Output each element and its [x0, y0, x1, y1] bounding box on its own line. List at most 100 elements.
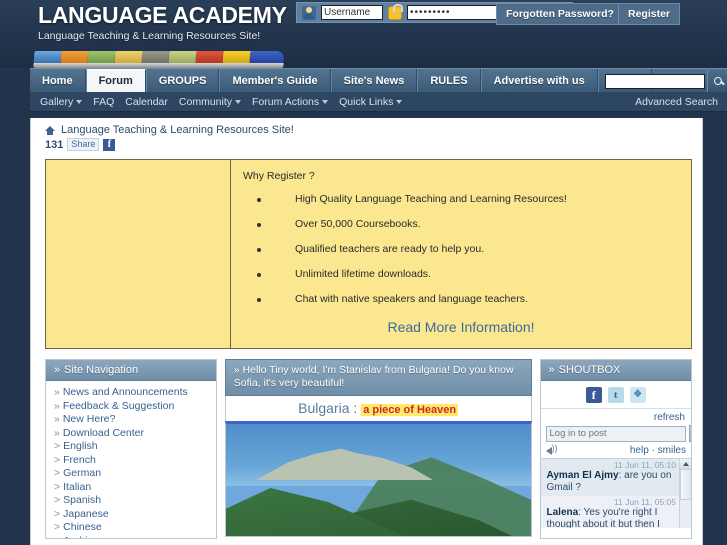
shoutbox-help-row: help · smiles: [541, 442, 691, 458]
site-navigation-panel: » Site Navigation » News and Announcements…: [45, 359, 217, 539]
scroll-up-arrow-icon[interactable]: [680, 459, 691, 470]
advanced-search-link[interactable]: Advanced Search: [635, 96, 718, 108]
subnav-label: Forum Actions: [252, 95, 320, 108]
username-input[interactable]: [321, 5, 383, 20]
promo-left-cell: [46, 160, 231, 348]
feature-caption-separator: :: [349, 400, 362, 416]
logo-title: LANGUAGE ACADEMY: [38, 2, 287, 28]
marker-icon: >: [54, 453, 61, 466]
sidebar-item-english[interactable]: > English: [54, 440, 216, 454]
shoutbox-body: f t ❖ refresh Go help · smile: [540, 381, 691, 528]
site-logo[interactable]: LANGUAGE ACADEMY Language Teaching & Lea…: [38, 2, 287, 42]
share-count: 131: [45, 138, 64, 151]
marker-icon: »: [54, 426, 60, 439]
sidebar-item-spanish[interactable]: > Spanish: [54, 494, 216, 508]
search-button[interactable]: [707, 70, 727, 92]
register-button[interactable]: Register: [618, 3, 681, 25]
user-icon: [302, 5, 316, 20]
subnav-item-quick-links[interactable]: Quick Links: [339, 96, 403, 108]
sidebar-item-label: Spanish: [63, 494, 102, 506]
message-author[interactable]: Lalena: [547, 507, 579, 518]
forgotten-password-button[interactable]: Forgotten Password?: [496, 3, 624, 25]
main-nav: Home Forum GROUPS Member's Guide Site's …: [30, 68, 727, 92]
shoutbox-title: » SHOUTBOX: [540, 360, 691, 381]
sidebar-item-arabic[interactable]: >Arabic: [54, 535, 216, 539]
promo-item-label: Chat with native speakers and language t…: [295, 293, 528, 305]
marker-icon: >: [54, 535, 60, 539]
subnav-item-calendar[interactable]: Calendar: [125, 96, 168, 108]
subnav-item-faq[interactable]: FAQ: [93, 96, 114, 108]
content-area: Language Teaching & Learning Resources S…: [30, 118, 703, 545]
site-navigation-title: » Site Navigation: [46, 360, 216, 381]
scrollbar-thumb[interactable]: [680, 470, 691, 500]
shoutbox-refresh-link[interactable]: refresh: [541, 409, 691, 425]
speaker-icon[interactable]: [545, 443, 559, 456]
search-input[interactable]: [605, 73, 705, 89]
subnav-label: FAQ: [93, 95, 115, 108]
marker-icon: »: [54, 399, 60, 412]
sidebar-item-label: Download Center: [62, 426, 144, 439]
twitter-icon[interactable]: t: [607, 387, 624, 403]
sidebar-item-new-here[interactable]: » New Here?: [54, 413, 216, 427]
nav-tab-sites-news[interactable]: Site's News: [330, 69, 418, 92]
promo-item: Unlimited lifetime downloads.: [243, 268, 679, 280]
sidebar-item-feedback[interactable]: » Feedback & Suggestion: [54, 400, 216, 414]
nav-tab-rules[interactable]: RULES: [417, 69, 481, 92]
sidebar-item-german[interactable]: > German: [54, 467, 216, 481]
nav-tab-advertise[interactable]: Advertise with us: [480, 69, 598, 92]
facebook-icon[interactable]: f: [585, 387, 602, 403]
sidebar-item-label: Feedback & Suggestion: [62, 399, 175, 412]
facebook-icon[interactable]: f: [103, 138, 116, 151]
shoutbox-go-button[interactable]: Go: [688, 425, 691, 442]
subnav-item-community[interactable]: Community: [179, 96, 242, 108]
shoutbox-input[interactable]: [545, 425, 686, 442]
bullet-icon: [257, 248, 261, 252]
marker-icon: >: [54, 467, 61, 479]
subnav-item-gallery[interactable]: Gallery: [40, 96, 83, 108]
sidebar-item-chinese[interactable]: > Chinese: [54, 521, 216, 535]
double-chevron-icon: »: [233, 364, 243, 376]
magnifier-icon: [713, 77, 722, 85]
feature-caption-prefix: Bulgaria: [298, 400, 350, 416]
site-navigation-list: » News and Announcements » Feedback & Sugg…: [46, 381, 216, 539]
password-input[interactable]: [407, 5, 507, 20]
chevron-down-icon: [322, 99, 329, 104]
sidebar-item-news[interactable]: » News and Announcements: [54, 386, 216, 400]
marker-icon: »: [54, 386, 60, 398]
sidebar-item-label: Arabic: [63, 535, 93, 539]
promo-item: Chat with native speakers and language t…: [243, 293, 679, 305]
share-button[interactable]: Share: [67, 138, 100, 151]
bullet-icon: [257, 223, 261, 227]
sidebar-item-label: News and Announcements: [62, 386, 188, 398]
marker-icon: >: [54, 494, 61, 506]
sidebar-item-download-center[interactable]: » Download Center: [54, 427, 216, 441]
promo-item: Qualified teachers are ready to help you…: [243, 243, 679, 255]
nav-tab-home[interactable]: Home: [30, 69, 86, 92]
shoutbox-smiles-link[interactable]: smiles: [658, 445, 686, 456]
sidebar-item-italian[interactable]: > Italian: [54, 481, 216, 495]
promo-item: Over 50,000 Coursebooks.: [243, 218, 679, 230]
feature-panel: » Hello Tiny world, I'm Stanislav from B…: [224, 359, 532, 539]
bullet-icon: [257, 198, 261, 202]
shoutbox-scrollbar[interactable]: [679, 459, 691, 528]
sidebar-item-french[interactable]: > French: [54, 454, 216, 468]
home-icon[interactable]: [45, 125, 55, 135]
message-author[interactable]: Ayman El Ajmy: [547, 470, 619, 481]
nav-tab-groups[interactable]: GROUPS: [145, 69, 220, 92]
panel-title-label: Site Navigation: [64, 364, 139, 376]
nav-tab-members-guide[interactable]: Member's Guide: [219, 69, 331, 92]
nav-tab-forum[interactable]: Forum: [85, 69, 146, 92]
subnav-item-forum-actions[interactable]: Forum Actions: [252, 95, 329, 108]
read-more-link[interactable]: Read More Information!: [243, 319, 679, 335]
feature-image[interactable]: [224, 421, 532, 537]
shoutbox-separator: ·: [651, 445, 655, 456]
shoutbox-messages: 11 Jun 11, 05:10 Ayman El Ajmy: are you …: [540, 458, 691, 528]
breadcrumb-label[interactable]: Language Teaching & Learning Resources S…: [61, 124, 294, 136]
sidebar-item-japanese[interactable]: > Japanese: [54, 508, 216, 522]
rss-icon[interactable]: ❖: [629, 387, 646, 403]
promo-item-label: Over 50,000 Coursebooks.: [295, 218, 421, 230]
marker-icon: »: [54, 413, 60, 425]
promo-item-label: Unlimited lifetime downloads.: [295, 268, 431, 280]
shoutbox-help-link[interactable]: help: [630, 445, 649, 456]
promo-title: Why Register ?: [243, 170, 315, 182]
